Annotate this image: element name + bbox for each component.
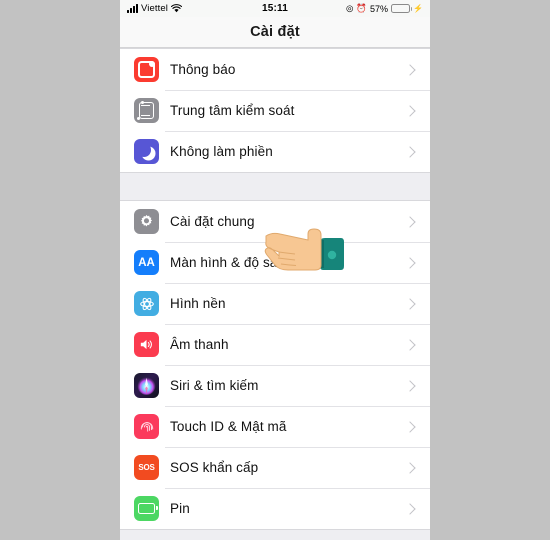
chevron-right-icon [404, 63, 416, 76]
settings-row-label: Âm thanh [170, 337, 229, 352]
settings-row-label: Hình nền [170, 296, 226, 311]
page-title: Cài đặt [250, 24, 300, 40]
settings-row-wallpaper[interactable]: Hình nền [120, 283, 430, 324]
chevron-right-icon [404, 420, 416, 433]
chevron-right-icon [404, 104, 416, 117]
chevron-right-icon [404, 461, 416, 474]
battery-icon [134, 496, 159, 521]
battery-icon [391, 3, 413, 14]
status-bar-right: ◎ ⏰ 57% ⚡ [346, 4, 423, 14]
group-separator [120, 173, 430, 200]
battery-percent-label: 57% [370, 3, 389, 14]
chevron-right-icon [404, 145, 416, 158]
settings-row-control-center[interactable]: Trung tâm kiểm soát [120, 90, 430, 131]
gear-icon [134, 209, 159, 234]
phone-screenshot: Viettel 15:11 ◎ ⏰ 57% ⚡ Cài đặt Thông bá… [120, 0, 430, 540]
alarm-icon: ⏰ [356, 3, 368, 14]
wallpaper-icon [134, 291, 159, 316]
settings-row-label: Pin [170, 501, 190, 516]
do-not-disturb-moon-icon [134, 139, 159, 164]
fingerprint-icon [134, 414, 159, 439]
settings-row-label: Màn hình & độ sáng [170, 255, 293, 270]
sos-icon: SOS [134, 455, 159, 480]
settings-row-label: Không làm phiền [170, 144, 273, 159]
settings-group-1: Thông báo Trung tâm kiểm soát Không làm … [120, 48, 430, 173]
settings-row-emergency-sos[interactable]: SOS SOS khẩn cấp [120, 447, 430, 488]
chevron-right-icon [404, 502, 416, 515]
settings-row-label: SOS khẩn cấp [170, 460, 259, 475]
chevron-right-icon [404, 256, 416, 269]
control-center-icon [134, 98, 159, 123]
chevron-right-icon [404, 297, 416, 310]
settings-row-label: Cài đặt chung [170, 214, 255, 229]
settings-row-general[interactable]: Cài đặt chung [120, 201, 430, 242]
settings-row-notifications[interactable]: Thông báo [120, 49, 430, 90]
chevron-right-icon [404, 379, 416, 392]
do-not-disturb-icon: ◎ [346, 3, 354, 14]
settings-row-display-brightness[interactable]: AA Màn hình & độ sáng [120, 242, 430, 283]
siri-icon [134, 373, 159, 398]
chevron-right-icon [404, 215, 416, 228]
settings-row-battery[interactable]: Pin [120, 488, 430, 529]
settings-row-do-not-disturb[interactable]: Không làm phiền [120, 131, 430, 172]
settings-row-label: Siri & tìm kiếm [170, 378, 259, 393]
chevron-right-icon [404, 338, 416, 351]
settings-row-label: Trung tâm kiểm soát [170, 103, 295, 118]
charging-bolt-icon: ⚡ [413, 4, 423, 13]
settings-list[interactable]: Thông báo Trung tâm kiểm soát Không làm … [120, 48, 430, 540]
status-bar: Viettel 15:11 ◎ ⏰ 57% ⚡ [120, 0, 430, 17]
settings-row-sounds[interactable]: Âm thanh [120, 324, 430, 365]
settings-group-2: Cài đặt chung AA Màn hình & độ sáng Hình… [120, 200, 430, 530]
notifications-icon [134, 57, 159, 82]
settings-row-touch-id-passcode[interactable]: Touch ID & Mật mã [120, 406, 430, 447]
settings-row-siri-search[interactable]: Siri & tìm kiếm [120, 365, 430, 406]
sound-speaker-icon [134, 332, 159, 357]
settings-row-label: Touch ID & Mật mã [170, 419, 287, 434]
settings-row-label: Thông báo [170, 62, 236, 77]
nav-bar: Cài đặt [120, 17, 430, 48]
display-brightness-icon: AA [134, 250, 159, 275]
